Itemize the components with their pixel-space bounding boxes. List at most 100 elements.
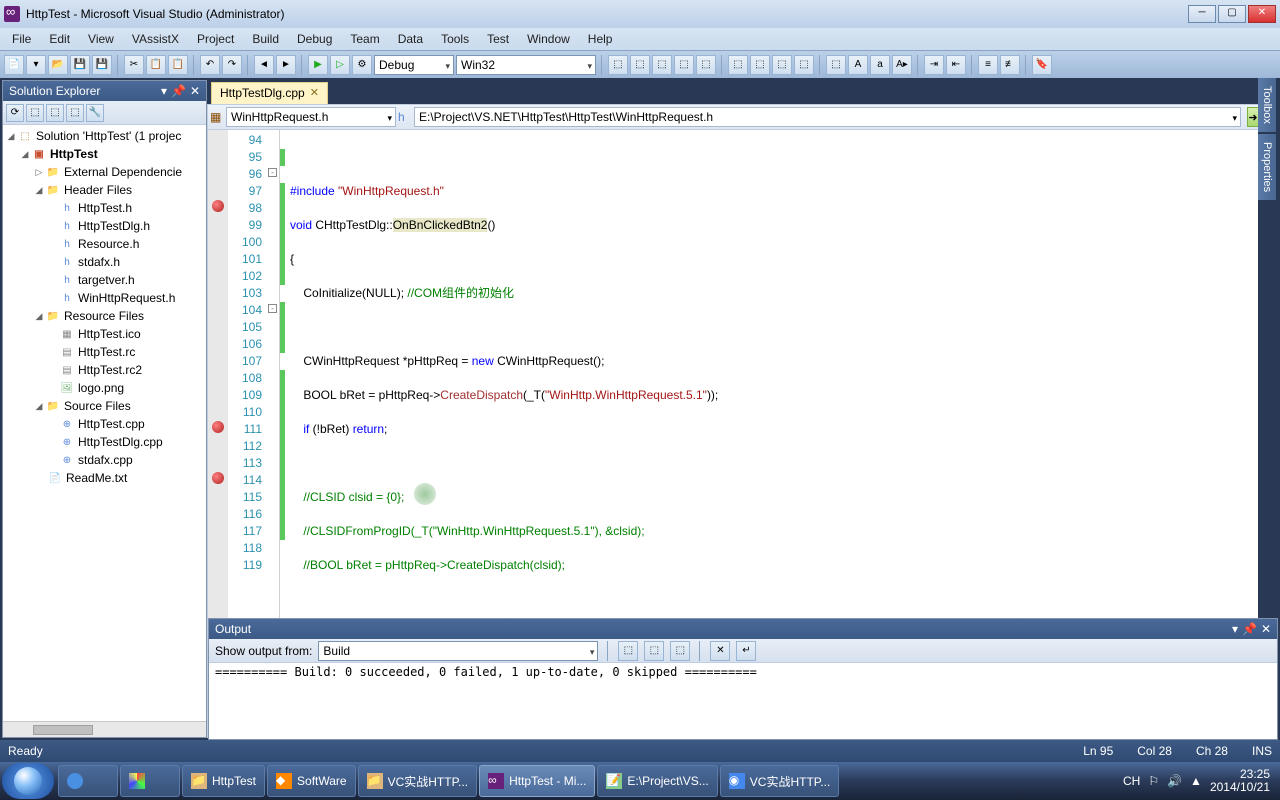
nav-fwd-button[interactable]: ► <box>276 55 296 75</box>
menu-team[interactable]: Team <box>342 30 387 48</box>
toggle-wrap-button[interactable]: ↵ <box>736 641 756 661</box>
add-item-button[interactable]: ▾ <box>26 55 46 75</box>
breakpoint-icon[interactable] <box>212 200 224 212</box>
file-node[interactable]: HttpTest.h <box>78 201 132 215</box>
file-node[interactable]: logo.png <box>78 381 124 395</box>
breakpoint-icon[interactable] <box>212 421 224 433</box>
tb-icon[interactable]: A▸ <box>892 55 912 75</box>
save-all-button[interactable]: 💾 <box>92 55 112 75</box>
member-combo[interactable]: E:\Project\VS.NET\HttpTest\HttpTest\WinH… <box>414 107 1241 127</box>
file-node[interactable]: HttpTest.ico <box>78 327 141 341</box>
file-node[interactable]: stdafx.h <box>78 255 120 269</box>
solution-node[interactable]: Solution 'HttpTest' (1 projec <box>36 129 181 143</box>
close-button[interactable]: ✕ <box>1248 5 1276 23</box>
properties-button[interactable]: 🔧 <box>86 104 104 122</box>
menu-tools[interactable]: Tools <box>433 30 477 48</box>
properties-tab[interactable]: Properties <box>1258 134 1276 200</box>
ime-indicator[interactable]: CH <box>1123 774 1140 788</box>
output-tb-icon[interactable]: ⬚ <box>644 641 664 661</box>
taskbar-item[interactable]: 📝E:\Project\VS... <box>597 765 717 797</box>
resource-files-node[interactable]: Resource Files <box>64 309 144 323</box>
file-node[interactable]: Resource.h <box>78 237 139 251</box>
menu-debug[interactable]: Debug <box>289 30 340 48</box>
tb-icon[interactable]: ⬚ <box>696 55 716 75</box>
tb-icon[interactable]: ⬚ <box>772 55 792 75</box>
open-button[interactable]: 📂 <box>48 55 68 75</box>
comment-button[interactable]: ≡ <box>978 55 998 75</box>
menu-edit[interactable]: Edit <box>41 30 78 48</box>
scope-combo[interactable]: WinHttpRequest.h <box>226 107 396 127</box>
tray-icon[interactable]: 🔊 <box>1167 774 1182 788</box>
tb-icon[interactable]: a <box>870 55 890 75</box>
file-node[interactable]: targetver.h <box>78 273 135 287</box>
tb-icon[interactable]: ⬚ <box>608 55 628 75</box>
taskbar-item[interactable]: ◉VC实战HTTP... <box>720 765 839 797</box>
output-tb-icon[interactable]: ⬚ <box>670 641 690 661</box>
ext-deps-node[interactable]: External Dependencie <box>64 165 182 179</box>
minimize-button[interactable]: ─ <box>1188 5 1216 23</box>
attach-button[interactable]: ⚙ <box>352 55 372 75</box>
outdent-button[interactable]: ⇤ <box>946 55 966 75</box>
tab-close-icon[interactable]: ✕ <box>310 83 319 104</box>
nav-back-button[interactable]: ◄ <box>254 55 274 75</box>
file-node[interactable]: WinHttpRequest.h <box>78 291 175 305</box>
menu-help[interactable]: Help <box>580 30 621 48</box>
menu-project[interactable]: Project <box>189 30 242 48</box>
file-node[interactable]: ReadMe.txt <box>66 471 127 485</box>
start-nodebug-button[interactable]: ▷ <box>330 55 350 75</box>
start-button[interactable] <box>2 763 54 799</box>
menu-view[interactable]: View <box>80 30 122 48</box>
file-node[interactable]: HttpTest.rc <box>78 345 135 359</box>
save-button[interactable]: 💾 <box>70 55 90 75</box>
cut-button[interactable]: ✂ <box>124 55 144 75</box>
file-node[interactable]: HttpTestDlg.h <box>78 219 150 233</box>
project-node[interactable]: HttpTest <box>50 147 98 161</box>
taskbar-item-active[interactable]: ∞HttpTest - Mi... <box>479 765 595 797</box>
tray-icon[interactable]: ⚐ <box>1148 774 1159 788</box>
output-text[interactable]: ========== Build: 0 succeeded, 0 failed,… <box>209 663 1277 739</box>
file-node[interactable]: HttpTest.rc2 <box>78 363 142 377</box>
menu-file[interactable]: File <box>4 30 39 48</box>
copy-button[interactable]: 📋 <box>146 55 166 75</box>
file-node[interactable]: stdafx.cpp <box>78 453 133 467</box>
taskbar-item[interactable] <box>58 765 118 797</box>
solution-tree[interactable]: ◢⬚Solution 'HttpTest' (1 projec ◢▣HttpTe… <box>3 125 206 721</box>
menu-vassistx[interactable]: VAssistX <box>124 30 187 48</box>
horizontal-scrollbar[interactable] <box>3 721 206 737</box>
tray-icon[interactable]: ▲ <box>1190 774 1202 788</box>
uncomment-button[interactable]: ≢ <box>1000 55 1020 75</box>
pin-icon[interactable]: 📌 <box>1242 619 1257 639</box>
header-files-node[interactable]: Header Files <box>64 183 132 197</box>
tb-icon[interactable]: A <box>848 55 868 75</box>
paste-button[interactable]: 📋 <box>168 55 188 75</box>
maximize-button[interactable]: ▢ <box>1218 5 1246 23</box>
source-files-node[interactable]: Source Files <box>64 399 131 413</box>
new-project-button[interactable]: 📄 <box>4 55 24 75</box>
sol-tb-icon[interactable]: ⬚ <box>26 104 44 122</box>
platform-combo[interactable]: Win32 <box>456 55 596 75</box>
tb-icon[interactable]: ⬚ <box>794 55 814 75</box>
panel-close-icon[interactable]: ✕ <box>1261 619 1271 639</box>
clock[interactable]: 23:252014/10/21 <box>1210 768 1270 794</box>
editor-tab-active[interactable]: HttpTestDlg.cpp✕ <box>211 82 328 104</box>
indent-button[interactable]: ⇥ <box>924 55 944 75</box>
taskbar-item[interactable]: 📁VC实战HTTP... <box>358 765 477 797</box>
menu-test[interactable]: Test <box>479 30 517 48</box>
collapse-icon[interactable]: - <box>268 304 277 313</box>
taskbar-item[interactable]: ◆SoftWare <box>267 765 356 797</box>
menu-window[interactable]: Window <box>519 30 578 48</box>
taskbar-item[interactable] <box>120 765 180 797</box>
tb-icon[interactable]: ⬚ <box>826 55 846 75</box>
undo-button[interactable]: ↶ <box>200 55 220 75</box>
output-source-combo[interactable]: Build <box>318 641 598 661</box>
panel-close-icon[interactable]: ✕ <box>190 81 200 101</box>
config-combo[interactable]: Debug <box>374 55 454 75</box>
tb-icon[interactable]: ⬚ <box>652 55 672 75</box>
output-tb-icon[interactable]: ⬚ <box>618 641 638 661</box>
toolbox-tab[interactable]: Toolbox <box>1258 78 1276 132</box>
menu-data[interactable]: Data <box>390 30 431 48</box>
file-node[interactable]: HttpTestDlg.cpp <box>78 435 163 449</box>
panel-dropdown-icon[interactable]: ▾ <box>161 81 167 101</box>
system-tray[interactable]: CH ⚐ 🔊 ▲ 23:252014/10/21 <box>1123 768 1278 794</box>
start-debug-button[interactable]: ▶ <box>308 55 328 75</box>
